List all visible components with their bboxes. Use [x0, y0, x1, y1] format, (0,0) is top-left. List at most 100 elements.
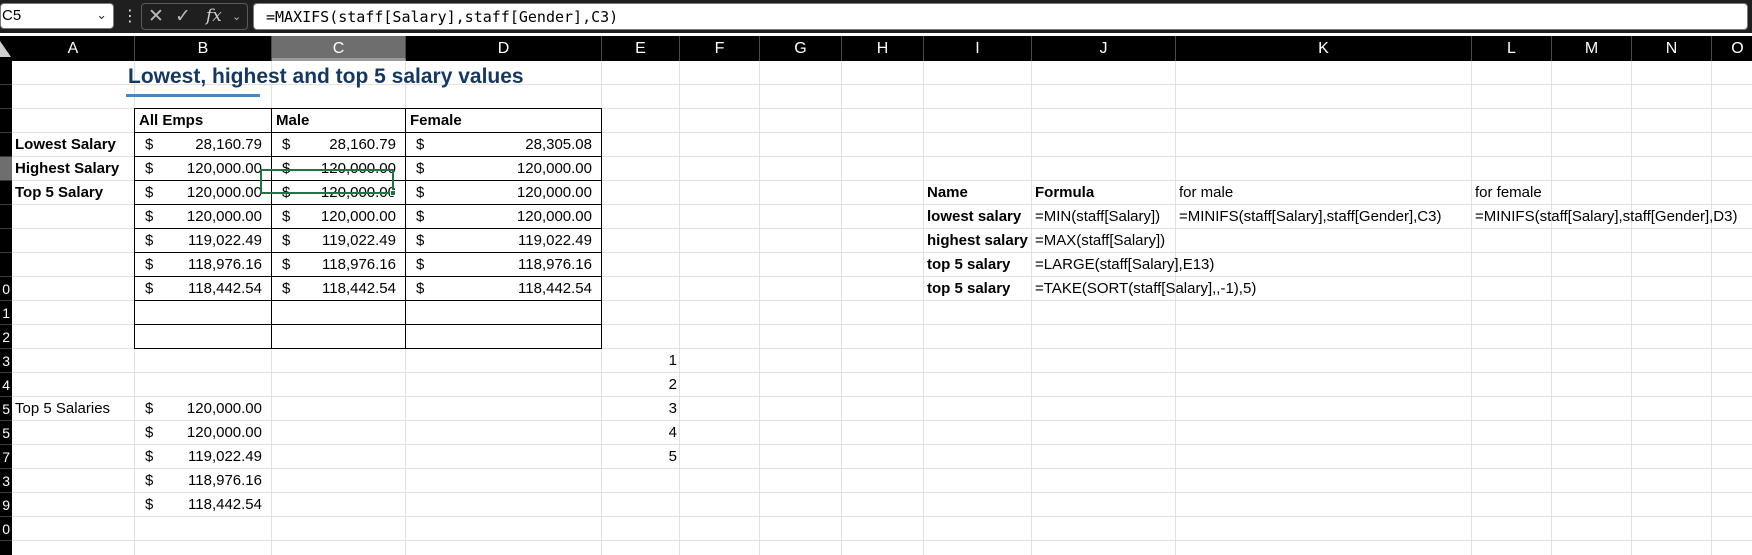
- salary-value[interactable]: 119,022.49: [135, 229, 262, 253]
- formula-header-formula[interactable]: Formula: [1035, 181, 1094, 205]
- column-header-e[interactable]: E: [602, 36, 680, 61]
- row-header[interactable]: [0, 181, 12, 205]
- row-header[interactable]: 5: [0, 397, 12, 421]
- salary-value[interactable]: 120,000.00: [406, 157, 592, 181]
- column-header-k[interactable]: K: [1176, 36, 1472, 61]
- salary-value[interactable]: 28,305.08: [406, 133, 592, 157]
- salary-value[interactable]: 118,976.16: [272, 253, 396, 277]
- chevron-down-icon[interactable]: ⌄: [96, 7, 107, 23]
- salary-value[interactable]: 119,022.49: [406, 229, 592, 253]
- row-header[interactable]: [0, 253, 12, 277]
- salary-value[interactable]: 118,442.54: [406, 277, 592, 301]
- salary-value[interactable]: 120,000.00: [406, 205, 592, 229]
- column-header-a[interactable]: A: [12, 36, 135, 61]
- column-header-f[interactable]: F: [680, 36, 760, 61]
- sheet-title[interactable]: Lowest, highest and top 5 salary values: [128, 65, 524, 89]
- table-header[interactable]: Male: [276, 109, 309, 133]
- column-header-g[interactable]: G: [760, 36, 842, 61]
- rank-number[interactable]: 2: [602, 373, 677, 397]
- top5-label[interactable]: Top 5 Salaries: [15, 397, 110, 421]
- row-header[interactable]: [0, 229, 12, 253]
- rank-number[interactable]: 5: [602, 445, 677, 469]
- row-header[interactable]: 0: [0, 517, 12, 541]
- column-header-d[interactable]: D: [406, 36, 602, 61]
- salary-value[interactable]: 28,160.79: [135, 133, 262, 157]
- salary-value[interactable]: 118,976.16: [135, 253, 262, 277]
- row-header[interactable]: 2: [0, 325, 12, 349]
- active-cell-selection[interactable]: [260, 169, 394, 194]
- column-header-l[interactable]: L: [1472, 36, 1552, 61]
- more-options-icon[interactable]: ⋮: [122, 6, 138, 26]
- salary-value[interactable]: 28,160.79: [272, 133, 396, 157]
- column-header-n[interactable]: N: [1632, 36, 1712, 61]
- column-header-j[interactable]: J: [1032, 36, 1176, 61]
- table-header[interactable]: All Emps: [139, 109, 203, 133]
- formula-name[interactable]: top 5 salary: [927, 253, 1010, 277]
- formula-male[interactable]: =MINIFS(staff[Salary],staff[Gender],C3): [1179, 205, 1441, 229]
- row-header[interactable]: [0, 133, 12, 157]
- check-icon[interactable]: ✓: [175, 5, 191, 28]
- top5-value[interactable]: 120,000.00: [135, 397, 262, 421]
- salary-value[interactable]: 118,442.54: [272, 277, 396, 301]
- insert-function-icon[interactable]: fx: [206, 6, 222, 26]
- formula-text[interactable]: =MIN(staff[Salary]): [1035, 205, 1160, 229]
- chevron-down-icon[interactable]: ⌄: [232, 10, 241, 23]
- row-header[interactable]: 7: [0, 445, 12, 469]
- column-header-m[interactable]: M: [1552, 36, 1632, 61]
- rank-number[interactable]: 1: [602, 349, 677, 373]
- top5-value[interactable]: 118,442.54: [135, 493, 262, 517]
- column-header-c[interactable]: C: [272, 36, 406, 61]
- row-header[interactable]: [0, 85, 12, 109]
- table-header[interactable]: Female: [410, 109, 462, 133]
- name-box-value: C5: [2, 7, 22, 24]
- salary-value[interactable]: 119,022.49: [272, 229, 396, 253]
- row-header[interactable]: 1: [0, 301, 12, 325]
- row-header[interactable]: [0, 109, 12, 133]
- top5-value[interactable]: 120,000.00: [135, 421, 262, 445]
- column-header-o[interactable]: O: [1712, 36, 1752, 61]
- row-header[interactable]: 9: [0, 493, 12, 517]
- formula-name[interactable]: highest salary: [927, 229, 1028, 253]
- formula-name[interactable]: lowest salary: [927, 205, 1021, 229]
- formula-name[interactable]: top 5 salary: [927, 277, 1010, 301]
- row-header[interactable]: 4: [0, 373, 12, 397]
- fill-handle[interactable]: [390, 190, 396, 196]
- row-header[interactable]: [0, 205, 12, 229]
- row-header[interactable]: 5: [0, 421, 12, 445]
- select-all-corner[interactable]: [0, 41, 11, 57]
- top5-value[interactable]: 118,976.16: [135, 469, 262, 493]
- salary-value[interactable]: 118,442.54: [135, 277, 262, 301]
- row-label[interactable]: Highest Salary: [15, 157, 119, 181]
- formula-header-female[interactable]: for female: [1475, 181, 1542, 205]
- formula-header-name[interactable]: Name: [927, 181, 968, 205]
- rank-number[interactable]: 4: [602, 421, 677, 445]
- top5-value[interactable]: 119,022.49: [135, 445, 262, 469]
- formula-input[interactable]: =MAXIFS(staff[Salary],staff[Gender],C3): [253, 3, 1748, 30]
- salary-value[interactable]: 120,000.00: [272, 205, 396, 229]
- row-label[interactable]: Top 5 Salary: [15, 181, 103, 205]
- row-header[interactable]: [0, 61, 12, 85]
- column-header-h[interactable]: H: [842, 36, 924, 61]
- cancel-icon[interactable]: ✕: [148, 5, 164, 28]
- salary-value[interactable]: 120,000.00: [135, 181, 262, 205]
- column-header-i[interactable]: I: [924, 36, 1032, 61]
- row-header[interactable]: 3: [0, 349, 12, 373]
- row-header[interactable]: 0: [0, 277, 12, 301]
- salary-value[interactable]: 120,000.00: [406, 181, 592, 205]
- row-label[interactable]: Lowest Salary: [15, 133, 116, 157]
- salary-value[interactable]: 120,000.00: [135, 157, 262, 181]
- row-header[interactable]: 3: [0, 469, 12, 493]
- rank-number[interactable]: 3: [602, 397, 677, 421]
- column-header-b[interactable]: B: [135, 36, 272, 61]
- name-box[interactable]: C5 ⌄: [0, 3, 114, 29]
- formula-female[interactable]: =MINIFS(staff[Salary],staff[Gender],D3): [1475, 205, 1737, 229]
- row-header-label: 4: [2, 377, 10, 393]
- salary-value[interactable]: 118,976.16: [406, 253, 592, 277]
- formula-text[interactable]: =TAKE(SORT(staff[Salary],,-1),5): [1035, 277, 1256, 301]
- gridline-vertical: [923, 61, 924, 555]
- formula-text[interactable]: =MAX(staff[Salary]): [1035, 229, 1165, 253]
- row-header[interactable]: [0, 157, 12, 181]
- formula-header-male[interactable]: for male: [1179, 181, 1233, 205]
- formula-text[interactable]: =LARGE(staff[Salary],E13): [1035, 253, 1214, 277]
- salary-value[interactable]: 120,000.00: [135, 205, 262, 229]
